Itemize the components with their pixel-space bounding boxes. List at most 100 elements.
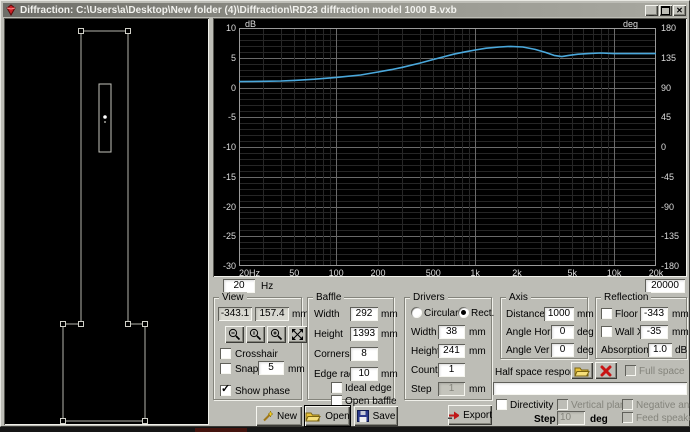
corner-handle[interactable] (142, 321, 148, 327)
baffle-group: Baffle Width 292 mm Height 1393 mm Corne… (307, 292, 398, 407)
baffle-edge-input[interactable]: 10 (350, 367, 378, 381)
baffle-height-input[interactable]: 1393 (350, 327, 378, 341)
baffle-height-label: Height (314, 329, 343, 340)
y-left-tick-label: -30 (222, 261, 236, 271)
axis-group: Axis Distance 1000 mm Angle Hor 0 deg An… (500, 292, 594, 359)
directivity-checkbox[interactable] (496, 399, 507, 410)
crosshair-checkbox[interactable] (220, 348, 231, 359)
baffle-canvas[interactable] (4, 18, 209, 425)
driver-height-unit: mm (469, 346, 486, 357)
wall-x-checkbox[interactable] (601, 326, 612, 337)
x-tick-label: 500 (425, 268, 441, 278)
half-space-path-input[interactable] (493, 382, 687, 395)
angle-ver-input[interactable]: 0 (551, 343, 574, 357)
radio-dot (461, 310, 466, 315)
freq-unit-label: Hz (261, 281, 274, 292)
y-left-tick-label: -10 (222, 142, 236, 152)
baffle-height-unit: mm (381, 329, 398, 340)
floor-y-checkbox[interactable] (601, 308, 612, 319)
axis-group-label: Axis (506, 292, 531, 303)
angle-ver-unit: deg (577, 345, 594, 356)
open-button-label: Open (325, 410, 350, 422)
circular-radio[interactable] (411, 307, 422, 318)
export-button[interactable]: Export (448, 405, 492, 425)
wall-x-input[interactable]: -35 (640, 325, 668, 339)
corner-handle[interactable] (125, 321, 131, 327)
corner-handle[interactable] (60, 321, 66, 327)
distance-unit: mm (577, 309, 594, 320)
driver-width-unit: mm (469, 327, 486, 338)
zoom-in-button[interactable] (267, 326, 286, 343)
x-tick-label: 2k (512, 268, 522, 278)
open-folder-icon (574, 367, 590, 376)
desktop-strip-detail (195, 428, 247, 432)
y-right-tick-label: 135 (661, 52, 677, 63)
driver-count-input[interactable]: 1 (438, 363, 465, 377)
view-group: View -343.1 157.4 mm Crosshair Snap 5 mm… (213, 292, 309, 400)
open-button[interactable]: Open (304, 405, 351, 427)
y-right-tick-label: -90 (661, 201, 675, 212)
zoom-100-button[interactable] (246, 326, 265, 343)
absorption-unit: dB (675, 345, 688, 356)
save-button[interactable]: Save (354, 406, 398, 426)
baffle-width-unit: mm (381, 309, 398, 320)
baffle-group-label: Baffle (313, 292, 345, 303)
driver-width-input[interactable]: 38 (438, 325, 465, 339)
response-graph[interactable]: dB deg 10 5 0 -5 -10 -15 -20 -25 -30 180 135 90 45 0-… (213, 18, 687, 278)
corner-handle[interactable] (78, 321, 84, 327)
baffle-outline[interactable] (62, 30, 146, 422)
zoom-in-icon (270, 328, 283, 341)
driver-height-label: Height (411, 346, 440, 357)
floor-y-input[interactable]: -343 (640, 307, 668, 321)
floppy-disk-icon (356, 410, 369, 422)
zoom-fit-button[interactable] (288, 326, 307, 343)
crosshair-label: Crosshair (235, 349, 278, 360)
freq-min-input[interactable]: 20 (223, 279, 255, 293)
distance-input[interactable]: 1000 (544, 307, 574, 321)
freq-max-input[interactable]: 20000 (645, 279, 685, 293)
wall-x-unit: mm (672, 327, 689, 338)
drivers-group-label: Drivers (410, 292, 448, 303)
driver-count-label: Count (411, 365, 438, 376)
corner-handle[interactable] (60, 418, 66, 424)
corner-handle[interactable] (125, 28, 131, 34)
cursor-x-readout: -343.1 (218, 307, 252, 321)
show-phase-checkbox[interactable]: ✓ (220, 383, 231, 396)
baffle-corners-input[interactable]: 8 (350, 347, 378, 361)
x-tick-label: 20Hz (239, 268, 261, 278)
feed-speaker-label: Feed speaker (636, 413, 690, 424)
baffle-width-input[interactable]: 292 (350, 307, 378, 321)
snap-checkbox[interactable] (220, 363, 231, 374)
y-left-tick-label: 0 (230, 82, 236, 93)
y-right-unit: deg (623, 19, 639, 29)
view-group-label: View (219, 292, 247, 303)
x-tick-label: 50 (289, 268, 300, 278)
absorption-input[interactable]: 1.0 (648, 343, 672, 357)
y-left-tick-label: -15 (222, 171, 236, 182)
new-button[interactable]: New (256, 406, 302, 426)
snap-input[interactable]: 5 (258, 361, 284, 375)
y-right-tick-label: -135 (661, 231, 680, 242)
driver-center-marker-dot (104, 121, 106, 123)
zoom-out-button[interactable] (225, 326, 244, 343)
corner-handle[interactable] (142, 418, 148, 424)
close-button[interactable]: ✕ (673, 4, 686, 16)
corner-handle[interactable] (78, 28, 84, 34)
title-bar[interactable]: Diffraction: C:\Users\a\Desktop\New fold… (3, 3, 687, 17)
rect-radio[interactable] (458, 307, 469, 318)
maximize-button[interactable] (659, 4, 672, 16)
driver-center-marker (103, 115, 107, 119)
ideal-edge-checkbox[interactable] (331, 382, 342, 393)
cursor-y-readout: 157.4 (255, 307, 289, 321)
wand-icon (263, 410, 273, 422)
y-right-tick-label: -45 (661, 171, 675, 182)
dir-step-unit: deg (590, 414, 608, 425)
angle-hor-input[interactable]: 0 (551, 325, 574, 339)
save-button-label: Save (372, 410, 396, 422)
y-right-tick-label: 0 (661, 142, 667, 152)
minimize-button[interactable]: _ (645, 4, 658, 17)
driver-height-input[interactable]: 241 (438, 344, 465, 358)
negative-angles-checkbox (622, 399, 633, 410)
half-space-clear-button[interactable] (595, 362, 617, 379)
half-space-open-button[interactable] (571, 362, 593, 379)
